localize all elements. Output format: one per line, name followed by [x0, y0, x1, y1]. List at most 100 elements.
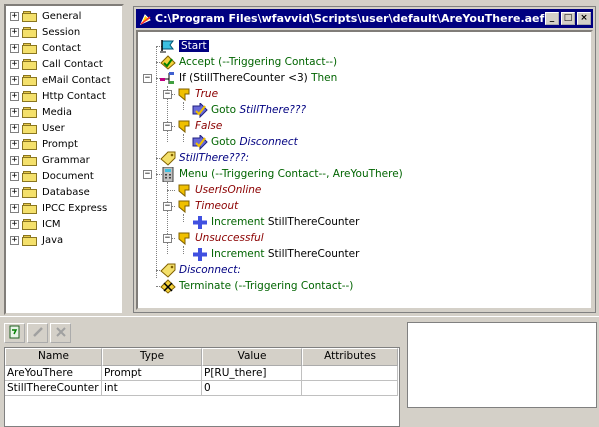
if-step-icon	[160, 71, 176, 86]
expand-plus-icon[interactable]: +	[10, 75, 19, 85]
label-disconnect[interactable]: Disconnect:	[160, 262, 241, 278]
step-start[interactable]: Start	[160, 38, 209, 54]
step-terminate[interactable]: Terminate (--Triggering Contact--)	[160, 278, 353, 294]
add-variable-button[interactable]	[4, 323, 25, 343]
goto-step-icon	[192, 133, 208, 150]
expand-plus-icon[interactable]: +	[10, 27, 19, 37]
edit-variable-button[interactable]	[27, 323, 48, 343]
step-goto-stillthere[interactable]: Goto StillThere???	[192, 101, 306, 118]
palette-item[interactable]: + Java	[8, 232, 124, 248]
step-terminate-label: Terminate (--Triggering Contact--)	[179, 280, 354, 292]
palette-item[interactable]: + General	[8, 8, 124, 24]
branch-true-label: True	[195, 88, 219, 100]
step-increment-unsuccessful[interactable]: Increment StillThereCounter	[192, 246, 359, 262]
column-header-attributes[interactable]: Attributes	[302, 348, 398, 366]
palette-item[interactable]: + Call Contact	[8, 56, 124, 72]
branch-unsuccessful[interactable]: Unsuccessful	[176, 230, 264, 246]
expand-plus-icon[interactable]: +	[10, 11, 19, 21]
branch-timeout[interactable]: Timeout	[176, 198, 238, 214]
maximize-button[interactable]: □	[561, 12, 575, 25]
expand-plus-icon[interactable]: +	[10, 187, 19, 197]
label-stillthere-text: StillThere???:	[179, 152, 250, 164]
palette-item[interactable]: + ICM	[8, 216, 124, 232]
expand-plus-icon[interactable]: +	[10, 235, 19, 245]
folder-icon	[22, 234, 38, 246]
expand-plus-icon[interactable]: +	[10, 219, 19, 229]
table-row[interactable]: StillThereCounter int 0	[5, 381, 399, 396]
script-tree-canvas[interactable]: − − − − − − Start Accept (--Triggering C…	[136, 30, 593, 310]
collapse-menu-expander[interactable]: −	[143, 170, 152, 179]
folder-icon	[22, 90, 38, 102]
column-header-name[interactable]: Name	[5, 348, 102, 366]
close-button[interactable]: ×	[577, 12, 591, 25]
branch-arrow-icon	[176, 87, 192, 102]
label-tag-icon	[160, 151, 176, 166]
palette-item-label: Java	[42, 234, 64, 246]
table-header: Name Type Value Attributes	[5, 348, 399, 366]
branch-userisonline-label: UserIsOnline	[195, 184, 262, 196]
palette-item[interactable]: + Contact	[8, 40, 124, 56]
expand-plus-icon[interactable]: +	[10, 59, 19, 69]
expand-plus-icon[interactable]: +	[10, 43, 19, 53]
expand-plus-icon[interactable]: +	[10, 155, 19, 165]
expand-plus-icon[interactable]: +	[10, 171, 19, 181]
window-titlebar[interactable]: C:\Program Files\wfavvid\Scripts\user\de…	[136, 9, 593, 28]
palette-item[interactable]: + eMail Contact	[8, 72, 124, 88]
goto-keyword: Goto	[211, 104, 237, 116]
pencil-icon	[31, 325, 45, 342]
palette-item[interactable]: + Document	[8, 168, 124, 184]
palette-item[interactable]: + IPCC Express	[8, 200, 124, 216]
palette-item[interactable]: + Session	[8, 24, 124, 40]
label-disconnect-text: Disconnect:	[179, 264, 241, 276]
expand-plus-icon[interactable]: +	[10, 123, 19, 133]
step-accept[interactable]: Accept (--Triggering Contact--)	[160, 54, 337, 70]
increment-variable: StillThereCounter	[267, 248, 360, 260]
step-start-label: Start	[179, 40, 209, 52]
label-stillthere[interactable]: StillThere???:	[160, 150, 249, 166]
step-goto-disconnect[interactable]: Goto Disconnect	[192, 133, 298, 150]
expand-plus-icon[interactable]: +	[10, 91, 19, 101]
start-flag-icon	[160, 39, 176, 54]
palette-item[interactable]: + Prompt	[8, 136, 124, 152]
collapse-false-expander[interactable]: −	[163, 122, 172, 131]
palette-item[interactable]: + Media	[8, 104, 124, 120]
palette-item-label: Media	[42, 106, 73, 118]
branch-userisonline[interactable]: UserIsOnline	[176, 182, 261, 198]
branch-false[interactable]: False	[176, 118, 222, 134]
variables-toolbar	[4, 323, 71, 345]
step-if-condition: (StillThereCounter <3)	[189, 72, 308, 84]
palette-item[interactable]: + Database	[8, 184, 124, 200]
folder-icon	[22, 170, 38, 182]
folder-icon	[22, 138, 38, 150]
palette-item[interactable]: + User	[8, 120, 124, 136]
step-if[interactable]: If (StillThereCounter <3) Then	[160, 70, 337, 86]
palette-item[interactable]: + Grammar	[8, 152, 124, 168]
step-if-then: Then	[311, 72, 338, 84]
step-increment-timeout[interactable]: Increment StillThereCounter	[192, 214, 359, 230]
expand-plus-icon[interactable]: +	[10, 107, 19, 117]
expand-plus-icon[interactable]: +	[10, 203, 19, 213]
branch-false-label: False	[195, 120, 223, 132]
column-header-value[interactable]: Value	[202, 348, 302, 366]
palette-item[interactable]: + Http Contact	[8, 88, 124, 104]
palette-item-label: Grammar	[42, 154, 90, 166]
table-row[interactable]: AreYouThere Prompt P[RU_there]	[5, 366, 399, 381]
minimize-button[interactable]: _	[545, 12, 559, 25]
step-palette-tree[interactable]: + General + Session + Contact + Call Contact + eM…	[4, 4, 124, 315]
collapse-if-expander[interactable]: −	[143, 74, 152, 83]
collapse-timeout-expander[interactable]: −	[163, 202, 172, 211]
collapse-true-expander[interactable]: −	[163, 90, 172, 99]
column-header-type[interactable]: Type	[102, 348, 202, 366]
delete-variable-button[interactable]	[50, 323, 71, 343]
step-menu[interactable]: Menu (--Triggering Contact--, AreYouTher…	[160, 166, 403, 182]
palette-item-label: Contact	[42, 42, 81, 54]
cell-type: Prompt	[102, 366, 202, 381]
folder-icon	[22, 10, 38, 22]
collapse-unsuccessful-expander[interactable]: −	[163, 234, 172, 243]
accept-step-icon	[160, 54, 176, 70]
tree-connector	[183, 134, 184, 142]
expand-plus-icon[interactable]: +	[10, 139, 19, 149]
variables-table[interactable]: Name Type Value Attributes AreYouThere P…	[4, 347, 400, 427]
branch-true[interactable]: True	[176, 86, 218, 102]
debug-output-pane[interactable]	[407, 322, 597, 408]
